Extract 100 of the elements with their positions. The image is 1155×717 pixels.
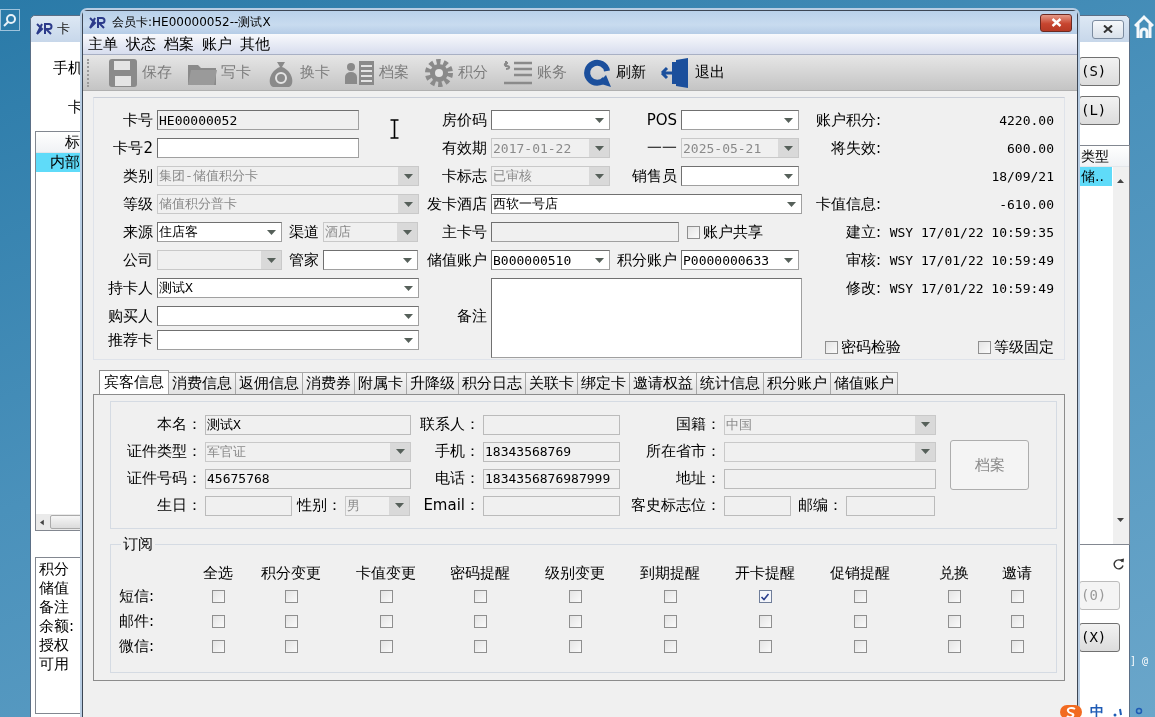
checkbox[interactable]: [853, 615, 867, 628]
checkbox[interactable]: [947, 590, 961, 603]
column-header: 邀请: [1001, 563, 1033, 583]
checkbox[interactable]: [853, 590, 867, 603]
app-logo-icon: [89, 16, 106, 29]
tab[interactable]: 宾客信息: [99, 370, 169, 394]
text-field[interactable]: [724, 495, 791, 516]
tab[interactable]: 统计信息: [696, 372, 764, 394]
checkbox[interactable]: 账户共享: [687, 222, 763, 242]
checkbox[interactable]: [473, 590, 487, 603]
scroll-thumb[interactable]: [49, 515, 82, 529]
tab[interactable]: 返佣信息: [235, 372, 303, 394]
notes-field[interactable]: [491, 278, 802, 358]
checkbox[interactable]: [473, 615, 487, 628]
checkbox[interactable]: [663, 640, 677, 653]
checkbox[interactable]: [211, 615, 225, 628]
dropdown-field[interactable]: B000000510: [491, 250, 610, 270]
tab[interactable]: 升降级: [406, 372, 459, 394]
text-field[interactable]: [157, 138, 359, 158]
checkbox[interactable]: [947, 640, 961, 653]
checkbox[interactable]: [758, 615, 772, 628]
checkbox[interactable]: [473, 640, 487, 653]
input-mode-label[interactable]: 中: [1090, 703, 1104, 717]
field-label: 有效期: [441, 138, 488, 158]
dropdown-field[interactable]: [681, 110, 799, 130]
toolbar-button[interactable]: 刷新: [581, 56, 646, 89]
button[interactable]: (X): [1079, 623, 1120, 652]
text-field[interactable]: [846, 495, 935, 516]
close-button[interactable]: [1040, 13, 1072, 32]
tab[interactable]: 绑定卡: [577, 372, 630, 394]
menu-item[interactable]: 主单: [88, 34, 118, 54]
text-field[interactable]: [724, 468, 936, 489]
scrollbar[interactable]: [1113, 167, 1129, 544]
checkbox[interactable]: 密码检验: [825, 338, 901, 357]
refresh-icon[interactable]: [1112, 558, 1125, 571]
tab[interactable]: 附属卡: [354, 372, 407, 394]
checkbox[interactable]: [211, 590, 225, 603]
tab[interactable]: 消费券: [302, 372, 355, 394]
checkbox[interactable]: [284, 590, 298, 603]
dropdown-field[interactable]: [323, 250, 418, 270]
dropdown-field[interactable]: [491, 110, 610, 130]
table-row[interactable]: 储..: [1080, 167, 1112, 186]
checkbox[interactable]: [947, 615, 961, 628]
close-button[interactable]: [1092, 19, 1124, 39]
checkbox[interactable]: [284, 640, 298, 653]
text-field[interactable]: [483, 495, 620, 516]
text-field[interactable]: 1834356876987999: [483, 468, 620, 489]
checkbox[interactable]: [663, 615, 677, 628]
tab[interactable]: 积分账户: [763, 372, 831, 394]
dropdown-field[interactable]: [157, 306, 419, 326]
search-icon[interactable]: [0, 9, 20, 31]
button[interactable]: (L): [1079, 96, 1120, 125]
checkbox[interactable]: [568, 615, 582, 628]
menu-item[interactable]: 档案: [164, 34, 194, 54]
checkbox[interactable]: [758, 590, 772, 603]
text-field[interactable]: 45675768: [205, 468, 411, 489]
button[interactable]: (S): [1079, 57, 1120, 86]
dropdown-field[interactable]: 住店客: [157, 222, 282, 242]
checkbox[interactable]: [568, 640, 582, 653]
dropdown-field[interactable]: P0000000633: [681, 250, 799, 270]
dropdown-field[interactable]: 测试X: [157, 278, 419, 298]
tab[interactable]: 消费信息: [168, 372, 236, 394]
scrollbar[interactable]: [36, 514, 82, 530]
checkbox[interactable]: [758, 640, 772, 653]
menu-item[interactable]: 账户: [202, 34, 232, 54]
text-field[interactable]: [491, 222, 679, 242]
toolbar-button[interactable]: 退出: [660, 56, 725, 89]
menu-item[interactable]: 状态: [126, 34, 156, 54]
tab[interactable]: 邀请权益: [629, 372, 697, 394]
text-field[interactable]: 测试X: [205, 414, 411, 435]
field-label: 手机: [52, 58, 83, 78]
tab[interactable]: 关联卡: [525, 372, 578, 394]
table-row[interactable]: 内部: [36, 153, 82, 172]
checkbox[interactable]: [1010, 640, 1024, 653]
checkbox[interactable]: [379, 615, 393, 628]
text-field[interactable]: [483, 414, 620, 435]
degree-icon[interactable]: [1134, 706, 1144, 717]
text-field[interactable]: 18343568769: [483, 441, 620, 462]
tab[interactable]: 储值账户: [830, 372, 898, 394]
checkbox[interactable]: [284, 615, 298, 628]
info-value: 600.00: [1006, 140, 1054, 156]
tab[interactable]: 积分日志: [458, 372, 526, 394]
checkbox[interactable]: [1010, 590, 1024, 603]
checkbox[interactable]: [663, 590, 677, 603]
checkbox[interactable]: [379, 590, 393, 603]
dropdown-field[interactable]: 西软一号店: [491, 194, 802, 214]
window-title: 会员卡:HE00000052--测试X: [112, 14, 271, 31]
menu-item[interactable]: 其他: [240, 34, 270, 54]
house-icon[interactable]: [1134, 14, 1154, 40]
field-label: 生日：: [156, 496, 203, 515]
text-field[interactable]: [205, 495, 292, 516]
checkbox[interactable]: [379, 640, 393, 653]
text-field[interactable]: HE00000052: [157, 110, 359, 130]
checkbox[interactable]: [1010, 615, 1024, 628]
dropdown-field[interactable]: [681, 166, 799, 186]
checkbox[interactable]: [568, 590, 582, 603]
checkbox[interactable]: [853, 640, 867, 653]
dropdown-field[interactable]: [157, 330, 419, 350]
checkbox[interactable]: [211, 640, 225, 653]
checkbox[interactable]: 等级固定: [978, 338, 1054, 357]
